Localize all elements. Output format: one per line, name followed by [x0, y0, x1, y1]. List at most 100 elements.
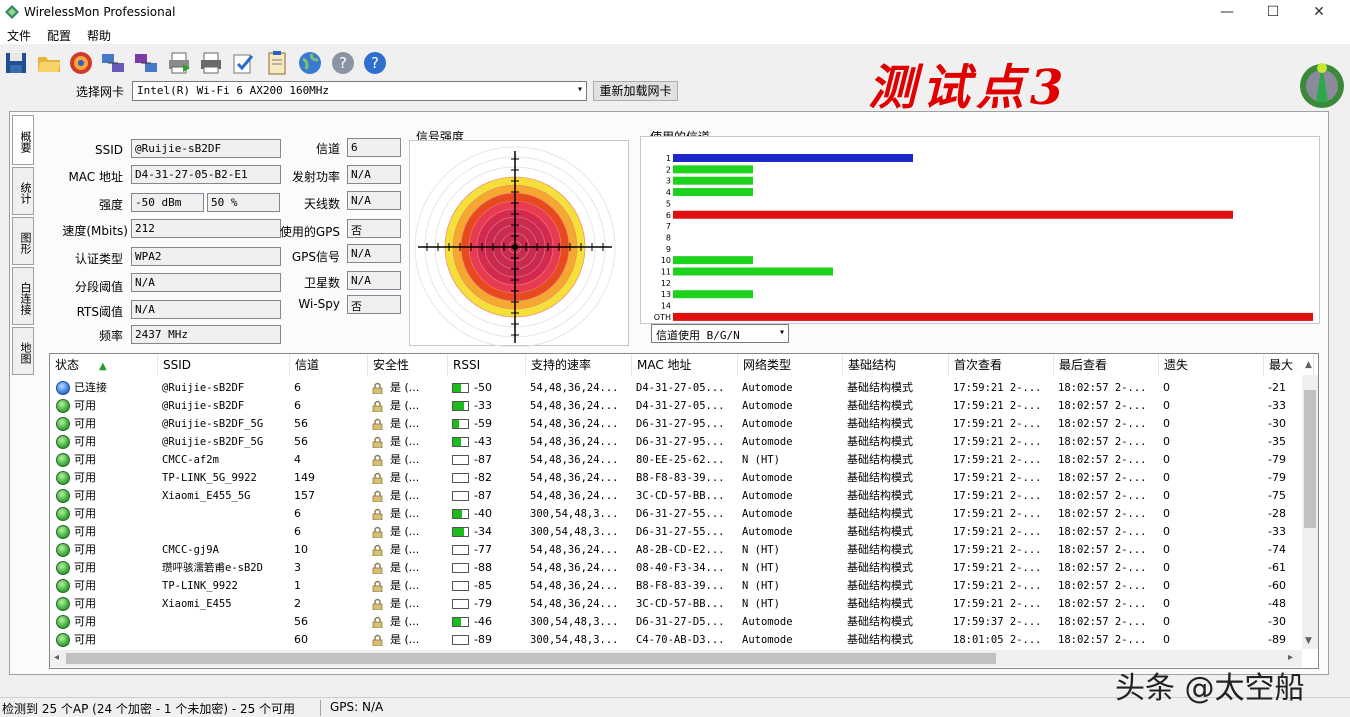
horizontal-scroll-thumb[interactable] [66, 653, 996, 664]
table-row[interactable]: 可用 @Ruijie-sB2DF_5G 56 是 (... -59 54,48,36,24… [50, 415, 1304, 433]
lost-cell: 0 [1163, 543, 1170, 556]
scroll-right-icon[interactable]: ▸ [1288, 652, 1293, 663]
channel-cell: 60 [294, 633, 308, 646]
printer-icon-2[interactable] [198, 50, 224, 76]
gps-used-label: 使用的GPS [279, 225, 340, 239]
security-cell: 是 (... [368, 415, 448, 433]
ssid-cell [158, 523, 290, 541]
last-cell: 18:02:57 2-... [1058, 580, 1147, 592]
ssid-cell: @Ruijie-sB2DF_5G [162, 436, 264, 448]
table-row[interactable]: 可用 CMCC-gj9A 10 是 (... -77 54,48,36,24... A8-2… [50, 541, 1304, 559]
lock-icon [372, 598, 383, 610]
wispy-label: Wi-Spy [298, 297, 340, 311]
status-icon [56, 453, 70, 467]
globe-icon[interactable] [297, 50, 323, 76]
tab-statistics[interactable]: 统计 [12, 167, 34, 215]
printer-icon-1[interactable] [166, 50, 192, 76]
help-icon-blue[interactable]: ? [362, 50, 388, 76]
scroll-up-icon[interactable]: ▲ [1305, 360, 1312, 370]
menu-help[interactable]: 帮助 [87, 27, 111, 44]
channel-band-select[interactable]: 信道使用 B/G/N ▾ [651, 324, 789, 343]
status-cell: 可用 [50, 631, 158, 649]
table-row[interactable]: 已连接 @Ruijie-sB2DF 6 是 (... -50 54,48,36,24...… [50, 379, 1304, 397]
column-header[interactable]: 状态 ▲ [50, 354, 158, 376]
table-row[interactable]: 可用 CMCC-af2m 4 是 (... -87 54,48,36,24... 80-EE… [50, 451, 1304, 469]
reload-adapter-button[interactable]: 重新加载网卡 [593, 81, 678, 101]
maximize-button[interactable]: ☐ [1250, 0, 1296, 24]
table-row[interactable]: 可用 56 是 (... -46 300,54,48,3... D6-31-27-D5..… [50, 613, 1304, 631]
mac-cell: 08-40-F3-34... [636, 562, 725, 574]
column-header[interactable]: 支持的速率 [526, 354, 632, 376]
antennas-label: 天线数 [303, 197, 340, 211]
table-row[interactable]: 可用 @Ruijie-sB2DF 6 是 (... -33 54,48,36,24... D… [50, 397, 1304, 415]
column-header[interactable]: 安全性 [368, 354, 448, 376]
column-header[interactable]: MAC 地址 [632, 354, 738, 376]
tab-summary[interactable]: 概要 [12, 115, 34, 165]
security-cell: 是 (... [368, 451, 448, 469]
strength-pct-field: 50 % [207, 193, 280, 212]
infra-cell: 基础结构模式 [847, 471, 913, 484]
tab-graph[interactable]: 图形 [12, 217, 34, 265]
table-row[interactable]: 可用 瓒呯骇濡箬甫e-sB2D 3 是 (... -88 54,48,36,24... 08… [50, 559, 1304, 577]
open-folder-icon[interactable] [36, 50, 62, 76]
column-header[interactable]: RSSI [448, 354, 526, 376]
security-text: 是 (... [390, 417, 420, 430]
table-row[interactable]: 可用 60 是 (... -89 300,54,48,3... C4-70-AB-D3..… [50, 631, 1304, 649]
first-cell: 17:59:21 2-... [953, 490, 1042, 502]
lock-icon [372, 436, 383, 448]
target-icon[interactable] [68, 50, 94, 76]
column-header[interactable]: 信道 [290, 354, 368, 376]
column-header[interactable]: 遗失 [1159, 354, 1264, 376]
status-icon [56, 579, 70, 593]
channel-bar [673, 154, 913, 162]
lost-cell: 0 [1163, 453, 1170, 466]
scroll-down-icon[interactable]: ▼ [1305, 636, 1312, 646]
menu-config[interactable]: 配置 [47, 27, 71, 44]
rssi-cell: -82 [448, 469, 526, 487]
status-text: 可用 [74, 399, 96, 412]
clipboard-icon[interactable] [264, 50, 290, 76]
minimize-button[interactable]: — [1204, 0, 1250, 24]
status-cell: 可用 [50, 451, 158, 469]
channel-band-value: 信道使用 B/G/N [656, 329, 740, 342]
signal-center-dot [512, 244, 518, 250]
table-row[interactable]: 可用 Xiaomi_E455 2 是 (... -79 54,48,36,24... 3C-… [50, 595, 1304, 613]
column-header[interactable]: 网络类型 [738, 354, 843, 376]
table-row[interactable]: 可用 TP-LINK_9922 1 是 (... -85 54,48,36,24... B8… [50, 577, 1304, 595]
help-icon-gray[interactable]: ? [330, 50, 356, 76]
table-row[interactable]: 可用 TP-LINK_5G_9922 149 是 (... -82 54,48,36,24… [50, 469, 1304, 487]
lost-cell: 0 [1163, 561, 1170, 574]
status-text: 可用 [74, 417, 96, 430]
table-row[interactable]: 可用 6 是 (... -40 300,54,48,3... D6-31-27-55...… [50, 505, 1304, 523]
speed-label: 速度(Mbits) [62, 224, 128, 238]
menu-file[interactable]: 文件 [7, 27, 31, 44]
table-row[interactable]: 可用 Xiaomi_E455_5G 157 是 (... -87 54,48,36,24.… [50, 487, 1304, 505]
mac-label: MAC 地址 [68, 170, 123, 184]
column-header-label: MAC 地址 [637, 358, 692, 372]
network-icon-1[interactable] [100, 50, 126, 76]
save-icon[interactable] [3, 50, 29, 76]
column-header[interactable]: 基础结构 [843, 354, 949, 376]
gps-signal-field: N/A [347, 244, 401, 263]
status-cell: 可用 [50, 595, 158, 613]
column-header[interactable]: 最后查看 [1054, 354, 1159, 376]
status-icon [56, 543, 70, 557]
vertical-scroll-thumb[interactable] [1304, 390, 1316, 528]
close-button[interactable]: ✕ [1296, 0, 1342, 24]
table-row[interactable]: 可用 @Ruijie-sB2DF_5G 56 是 (... -43 54,48,36,24… [50, 433, 1304, 451]
network-icon-2[interactable] [133, 50, 159, 76]
tab-connection[interactable]: 白连接 [12, 267, 34, 325]
table-row[interactable]: 可用 6 是 (... -34 300,54,48,3... D6-31-27-55...… [50, 523, 1304, 541]
scroll-left-icon[interactable]: ◂ [54, 652, 59, 663]
column-header-label: 首次查看 [954, 358, 1003, 372]
tab-map[interactable]: 地图 [12, 327, 34, 375]
status-cell: 可用 [50, 487, 158, 505]
column-header[interactable]: 首次查看 [949, 354, 1054, 376]
check-icon[interactable] [231, 50, 257, 76]
signal-target [414, 146, 616, 348]
column-header-label: 网络类型 [743, 358, 792, 372]
last-cell: 18:02:57 2-... [1058, 508, 1147, 520]
adapter-select[interactable]: Intel(R) Wi-Fi 6 AX200 160MHz ▾ [132, 81, 587, 101]
column-header[interactable]: SSID [158, 354, 290, 376]
channel-tick-label: 3 [666, 177, 671, 186]
